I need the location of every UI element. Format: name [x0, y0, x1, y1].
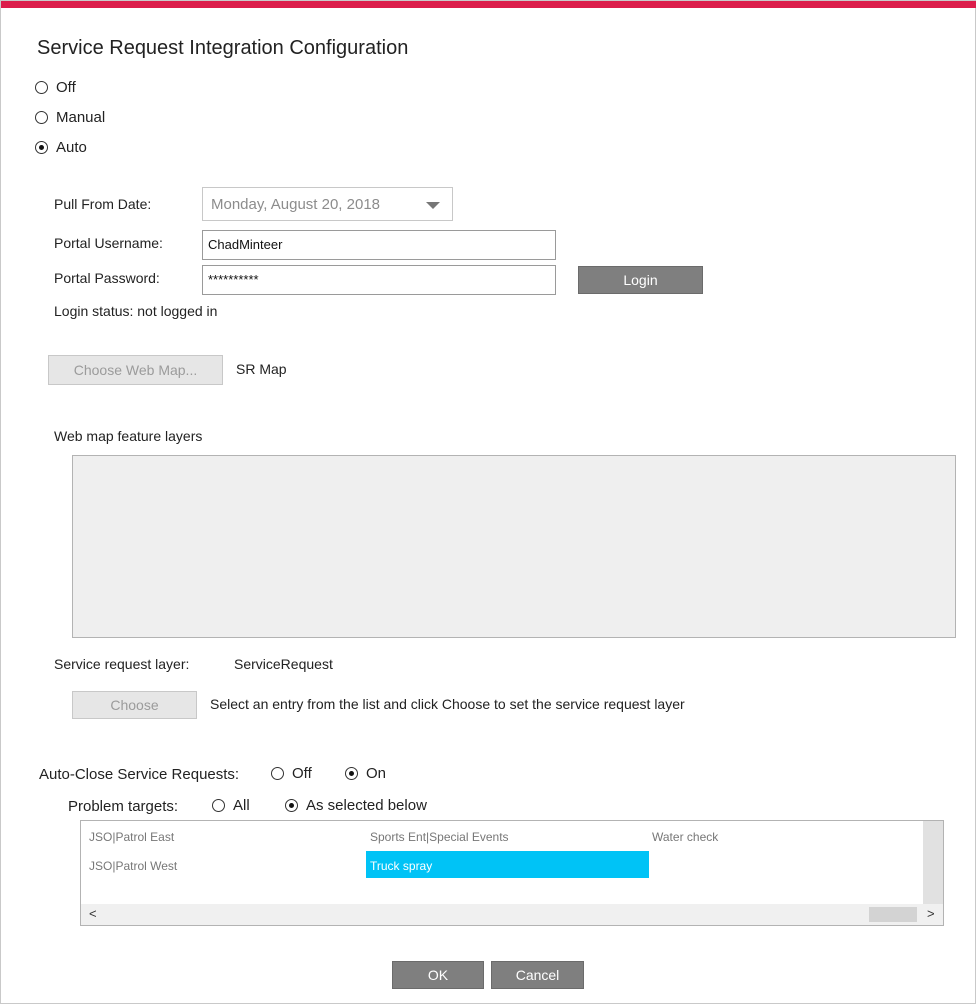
- mode-off-label: Off: [56, 79, 76, 96]
- radio-circle-icon: [212, 799, 225, 812]
- chevron-down-icon: [426, 202, 440, 209]
- radio-checked-icon: [35, 141, 48, 154]
- pull-from-date-label: Pull From Date:: [54, 196, 152, 212]
- radio-checked-icon: [345, 767, 358, 780]
- list-item-selected[interactable]: Truck spray: [366, 851, 649, 878]
- radio-checked-icon: [285, 799, 298, 812]
- password-label: Portal Password:: [54, 270, 160, 286]
- service-request-layer-label: Service request layer:: [54, 656, 190, 672]
- feature-layers-list[interactable]: [72, 455, 956, 638]
- cancel-button[interactable]: Cancel: [491, 961, 584, 989]
- scrollbar-thumb[interactable]: [869, 907, 917, 922]
- radio-circle-icon: [35, 111, 48, 124]
- pull-from-date-picker[interactable]: Monday, August 20, 2018: [202, 187, 453, 221]
- auto-close-on-label: On: [366, 765, 387, 782]
- targets-all-radio[interactable]: All: [212, 797, 250, 814]
- problem-targets-list[interactable]: JSO|Patrol East JSO|Patrol West Sports E…: [80, 820, 944, 926]
- mode-manual-radio[interactable]: Manual: [35, 109, 105, 126]
- targets-selected-label: As selected below: [306, 797, 427, 814]
- mode-auto-radio[interactable]: Auto: [35, 139, 87, 156]
- chevron-right-icon[interactable]: >: [927, 906, 935, 921]
- accent-bar: [1, 1, 976, 8]
- mode-off-radio[interactable]: Off: [35, 79, 76, 96]
- ok-button[interactable]: OK: [392, 961, 484, 989]
- list-item[interactable]: Water check: [652, 830, 718, 844]
- auto-close-label: Auto-Close Service Requests:: [39, 766, 240, 783]
- targets-selected-radio[interactable]: As selected below: [285, 797, 427, 814]
- targets-all-label: All: [233, 797, 250, 814]
- service-request-layer-value: ServiceRequest: [234, 656, 333, 672]
- auto-close-on-radio[interactable]: On: [345, 765, 386, 782]
- list-item[interactable]: JSO|Patrol West: [89, 859, 177, 873]
- problem-targets-label: Problem targets:: [68, 798, 179, 815]
- feature-layers-label: Web map feature layers: [54, 428, 203, 444]
- login-button[interactable]: Login: [578, 266, 703, 294]
- password-value: **********: [208, 272, 259, 287]
- list-item[interactable]: JSO|Patrol East: [89, 830, 174, 844]
- auto-close-off-radio[interactable]: Off: [271, 765, 312, 782]
- password-input[interactable]: **********: [202, 265, 556, 295]
- username-label: Portal Username:: [54, 235, 163, 251]
- config-dialog: Service Request Integration Configuratio…: [0, 0, 976, 1004]
- mode-manual-label: Manual: [56, 109, 106, 126]
- username-value: ChadMinteer: [208, 237, 283, 252]
- chevron-left-icon[interactable]: <: [89, 906, 97, 921]
- radio-circle-icon: [271, 767, 284, 780]
- login-status: Login status: not logged in: [54, 303, 218, 319]
- choose-layer-button[interactable]: Choose: [72, 691, 197, 719]
- username-input[interactable]: ChadMinteer: [202, 230, 556, 260]
- horizontal-scrollbar[interactable]: < >: [81, 904, 943, 925]
- selected-map-name: SR Map: [236, 361, 287, 377]
- pull-from-date-value: Monday, August 20, 2018: [211, 196, 381, 213]
- choose-layer-hint: Select an entry from the list and click …: [210, 696, 685, 712]
- dialog-title: Service Request Integration Configuratio…: [37, 37, 409, 59]
- radio-circle-icon: [35, 81, 48, 94]
- choose-web-map-button[interactable]: Choose Web Map...: [48, 355, 223, 385]
- auto-close-off-label: Off: [292, 765, 312, 782]
- vertical-scrollbar[interactable]: [923, 821, 943, 904]
- list-item[interactable]: Sports Ent|Special Events: [370, 830, 509, 844]
- mode-auto-label: Auto: [56, 139, 87, 156]
